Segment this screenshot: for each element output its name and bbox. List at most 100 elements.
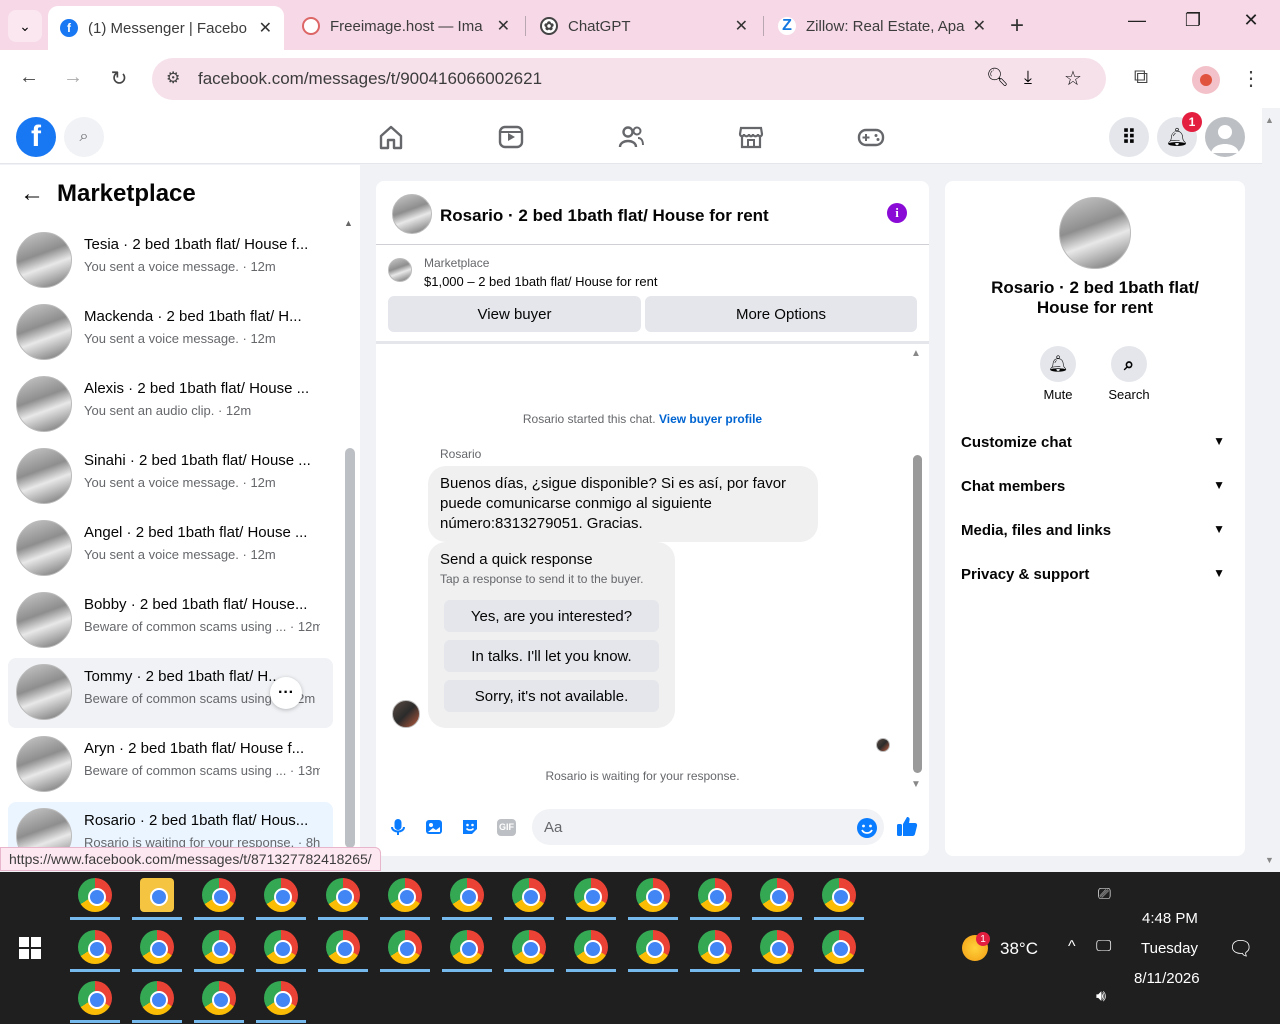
list-item[interactable]: Angel · 2 bed 1bath flat/ House ... You …: [8, 514, 333, 582]
tab-zillow[interactable]: Z Zillow: Real Estate, Apa ✕: [766, 8, 998, 44]
view-buyer-profile-link[interactable]: View buyer profile: [659, 412, 762, 426]
volume-icon[interactable]: 🔊︎: [1096, 988, 1106, 1006]
friends-icon[interactable]: [616, 122, 646, 152]
chrome-app-icon[interactable]: [202, 878, 236, 912]
chrome-app-icon[interactable]: [636, 878, 670, 912]
back-icon[interactable]: ←: [14, 66, 44, 89]
chrome-app-icon[interactable]: [512, 878, 546, 912]
chrome-app-icon[interactable]: [636, 930, 670, 964]
chrome-app-icon[interactable]: [450, 878, 484, 912]
notifications-center-icon[interactable]: 🗨︎: [1228, 936, 1253, 961]
mute-icon[interactable]: 🔔︎: [1040, 346, 1076, 382]
tab-chatgpt[interactable]: ✿ ChatGPT ✕: [528, 8, 760, 44]
scrollbar-arrow-down-icon[interactable]: ▼: [1265, 855, 1274, 865]
temperature-text[interactable]: 38°C: [1000, 939, 1038, 959]
scrollbar-arrow-up-icon[interactable]: ▲: [1265, 115, 1274, 125]
browser-menu-icon[interactable]: ⋮: [1236, 66, 1266, 91]
home-icon[interactable]: [376, 122, 406, 152]
close-window-icon[interactable]: ✕: [1236, 10, 1266, 31]
close-tab-icon[interactable]: ✕: [497, 16, 510, 36]
address-bar[interactable]: ⚙ facebook.com/messages/t/90041606600262…: [152, 58, 1106, 100]
customize-chat-section[interactable]: Customize chat ▼: [961, 434, 1231, 451]
tab-search-button[interactable]: ⌄: [8, 10, 42, 42]
chrome-app-icon[interactable]: [264, 981, 298, 1015]
chat-header-avatar[interactable]: [392, 194, 432, 234]
chat-scroll-down-icon[interactable]: ▼: [911, 779, 921, 790]
info-icon[interactable]: i: [887, 203, 907, 223]
chrome-app-icon[interactable]: [140, 981, 174, 1015]
chrome-app-icon[interactable]: [388, 878, 422, 912]
microphone-icon[interactable]: [388, 817, 408, 837]
more-options-button[interactable]: More Options: [645, 296, 917, 332]
chat-scroll-up-icon[interactable]: ▲: [911, 348, 921, 359]
chrome-app-icon[interactable]: [450, 930, 484, 964]
new-tab-icon[interactable]: +: [1010, 12, 1024, 40]
chrome-app-icon[interactable]: [78, 930, 112, 964]
photo-icon[interactable]: [424, 817, 444, 837]
meet-now-icon[interactable]: ⎚: [1098, 886, 1111, 904]
clock-day[interactable]: Tuesday: [1141, 940, 1198, 957]
file-explorer-icon[interactable]: [140, 878, 174, 912]
chrome-app-icon[interactable]: [78, 981, 112, 1015]
bookmark-star-icon[interactable]: ☆: [1064, 66, 1082, 91]
list-item[interactable]: Tesia · 2 bed 1bath flat/ House f... You…: [8, 226, 333, 294]
view-buyer-button[interactable]: View buyer: [388, 296, 641, 332]
privacy-support-section[interactable]: Privacy & support ▼: [961, 566, 1231, 583]
site-info-icon[interactable]: ⚙: [166, 68, 180, 88]
details-avatar[interactable]: [1059, 197, 1131, 269]
chrome-app-icon[interactable]: [264, 930, 298, 964]
account-avatar[interactable]: [1205, 117, 1245, 157]
network-icon[interactable]: 🖵︎: [1096, 938, 1111, 956]
list-item[interactable]: Tommy · 2 bed 1bath flat/ H... Beware of…: [8, 658, 333, 728]
chrome-app-icon[interactable]: [822, 930, 856, 964]
search-conversation-icon[interactable]: ⌕: [1111, 346, 1147, 382]
list-scrollbar-thumb[interactable]: [345, 448, 355, 848]
list-item[interactable]: Mackenda · 2 bed 1bath flat/ H... You se…: [8, 298, 333, 366]
emoji-icon[interactable]: [856, 817, 878, 839]
menu-grid-icon[interactable]: ⠿: [1109, 117, 1149, 157]
chat-title[interactable]: Rosario · 2 bed 1bath flat/ House for re…: [440, 206, 769, 226]
video-icon[interactable]: [496, 122, 526, 152]
sender-avatar[interactable]: [392, 700, 420, 728]
list-item[interactable]: Alexis · 2 bed 1bath flat/ House ... You…: [8, 370, 333, 438]
list-item[interactable]: Aryn · 2 bed 1bath flat/ House f... Bewa…: [8, 730, 333, 798]
media-files-links-section[interactable]: Media, files and links ▼: [961, 522, 1231, 539]
chat-scrollbar-thumb[interactable]: [913, 455, 922, 773]
chrome-app-icon[interactable]: [78, 878, 112, 912]
chrome-app-icon[interactable]: [326, 878, 360, 912]
chrome-app-icon[interactable]: [822, 878, 856, 912]
clock-time[interactable]: 4:48 PM: [1142, 910, 1198, 927]
minimize-icon[interactable]: —: [1122, 10, 1152, 31]
chrome-app-icon[interactable]: [326, 930, 360, 964]
clock-date[interactable]: 8/11/2026: [1134, 970, 1200, 987]
chrome-app-icon[interactable]: [202, 930, 236, 964]
sticker-icon[interactable]: [460, 817, 480, 837]
quick-response-option[interactable]: In talks. I'll let you know.: [444, 640, 659, 672]
start-button-icon[interactable]: [18, 936, 42, 960]
list-item[interactable]: Bobby · 2 bed 1bath flat/ House... Bewar…: [8, 586, 333, 654]
profile-avatar[interactable]: [1192, 66, 1220, 94]
facebook-logo[interactable]: f: [16, 117, 56, 157]
reload-icon[interactable]: ↻: [104, 66, 134, 91]
chrome-app-icon[interactable]: [512, 930, 546, 964]
chrome-app-icon[interactable]: [574, 878, 608, 912]
gaming-icon[interactable]: [856, 122, 886, 152]
list-scroll-up-icon[interactable]: ▲: [344, 218, 353, 228]
search-icon[interactable]: ⌕: [64, 117, 104, 157]
gif-icon[interactable]: GIF: [497, 819, 516, 836]
chrome-app-icon[interactable]: [698, 878, 732, 912]
close-tab-icon[interactable]: ✕: [973, 16, 986, 36]
list-item[interactable]: Sinahi · 2 bed 1bath flat/ House ... You…: [8, 442, 333, 510]
more-options-icon[interactable]: ···: [270, 677, 302, 709]
chrome-app-icon[interactable]: [140, 930, 174, 964]
chrome-app-icon[interactable]: [698, 930, 732, 964]
chrome-app-icon[interactable]: [574, 930, 608, 964]
tab-freeimage[interactable]: ● Freeimage.host — Ima ✕: [290, 8, 522, 44]
close-tab-icon[interactable]: ✕: [259, 18, 272, 38]
show-hidden-icons-icon[interactable]: ^: [1068, 938, 1076, 956]
chrome-app-icon[interactable]: [388, 930, 422, 964]
zoom-icon[interactable]: 🔍︎: [986, 67, 1009, 88]
chrome-app-icon[interactable]: [760, 878, 794, 912]
restore-icon[interactable]: ❐: [1178, 10, 1208, 31]
tab-messenger[interactable]: f (1) Messenger | Facebo ✕: [48, 6, 284, 50]
